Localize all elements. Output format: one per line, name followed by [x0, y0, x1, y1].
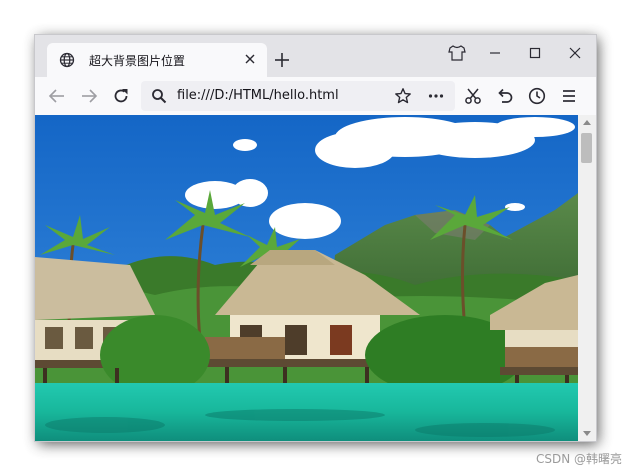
forward-arrow-icon[interactable]	[79, 86, 99, 106]
minimize-icon[interactable]	[483, 43, 507, 63]
tshirt-icon[interactable]	[445, 43, 469, 63]
page-content	[35, 115, 578, 441]
maximize-icon[interactable]	[523, 43, 547, 63]
undo-icon[interactable]	[495, 86, 515, 106]
close-icon[interactable]	[241, 50, 259, 68]
new-tab-icon[interactable]	[273, 51, 291, 69]
search-icon	[151, 88, 167, 104]
title-bar: 超大背景图片位置	[35, 35, 596, 77]
more-dots-icon[interactable]	[427, 87, 445, 105]
scrollbar-thumb[interactable]	[581, 133, 592, 163]
browser-tab[interactable]: 超大背景图片位置	[47, 43, 267, 77]
tropical-beach-bungalows-image	[35, 115, 578, 441]
vertical-scrollbar[interactable]	[578, 115, 596, 441]
history-clock-icon[interactable]	[527, 86, 547, 106]
scroll-up-arrow-icon[interactable]	[583, 120, 591, 125]
navigation-toolbar: file:///D:/HTML/hello.html	[35, 77, 596, 115]
back-arrow-icon[interactable]	[47, 86, 67, 106]
close-icon[interactable]	[563, 43, 587, 63]
menu-icon[interactable]	[559, 86, 579, 106]
url-text[interactable]: file:///D:/HTML/hello.html	[177, 88, 339, 103]
watermark-text: CSDN @韩曙亮	[535, 452, 622, 466]
star-icon[interactable]	[394, 87, 412, 105]
scissors-icon[interactable]	[463, 86, 483, 106]
tab-title: 超大背景图片位置	[89, 54, 186, 68]
browser-window: 超大背景图片位置 file:///D:/HTML/hello.html	[34, 34, 597, 442]
url-bar[interactable]: file:///D:/HTML/hello.html	[141, 81, 455, 111]
globe-icon	[59, 52, 75, 68]
reload-icon[interactable]	[111, 86, 131, 106]
scroll-down-arrow-icon[interactable]	[583, 431, 591, 436]
